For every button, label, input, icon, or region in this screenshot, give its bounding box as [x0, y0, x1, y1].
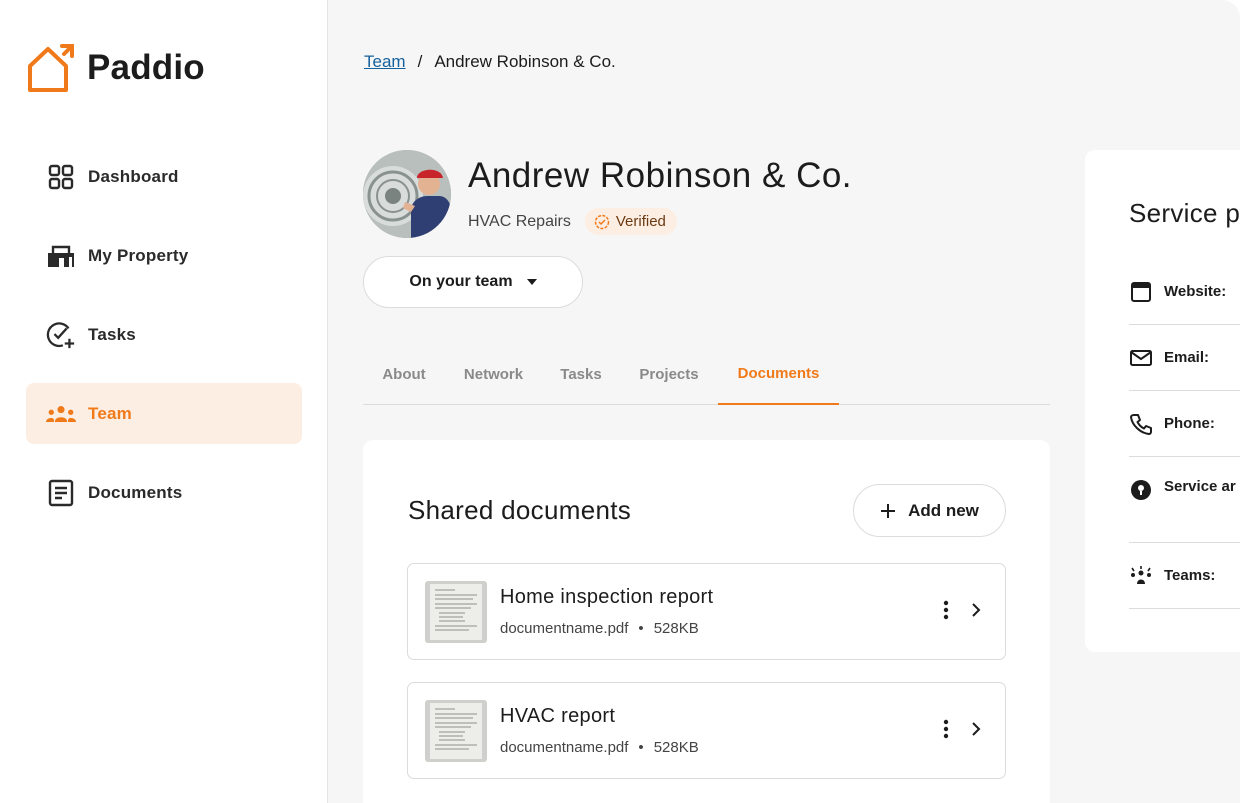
service-label: Teams: [1164, 567, 1216, 584]
meta-separator-dot: • [638, 739, 644, 756]
house-logo-icon [28, 44, 74, 92]
tab-network[interactable]: Network [445, 344, 542, 405]
page-title: Andrew Robinson & Co. [468, 156, 853, 195]
document-thumbnail [425, 699, 487, 762]
service-row-phone: Phone: [1129, 391, 1240, 457]
task-check-icon [46, 320, 76, 350]
sidebar-nav: Dashboard My Property Tasks Team Documen… [26, 146, 302, 541]
sidebar-item-label: Tasks [88, 324, 136, 344]
service-label: Website: [1164, 283, 1227, 300]
document-icon [46, 478, 76, 508]
document-filename: documentname.pdf [500, 739, 629, 756]
sidebar-item-label: Dashboard [88, 166, 179, 186]
document-row[interactable]: HVAC report documentname.pdf • 528KB [407, 682, 1006, 779]
phone-icon [1129, 412, 1153, 436]
document-actions [943, 719, 981, 739]
service-label: Email: [1164, 349, 1210, 366]
add-new-button[interactable]: Add new [853, 484, 1006, 537]
browser-window-icon [1129, 280, 1153, 304]
verified-label: Verified [615, 213, 666, 230]
house-icon [46, 241, 76, 271]
tab-documents[interactable]: Documents [718, 344, 839, 405]
profile-header: Andrew Robinson & Co. HVAC Repairs Verif… [363, 150, 852, 238]
profile-info: Andrew Robinson & Co. HVAC Repairs Verif… [468, 150, 852, 235]
service-row-teams: Teams: [1129, 543, 1240, 609]
document-meta: documentname.pdf • 528KB [500, 739, 699, 756]
service-row-website: Website: [1129, 259, 1240, 325]
chevron-right-icon[interactable] [971, 602, 981, 618]
document-title: HVAC report [500, 705, 616, 727]
breadcrumb-separator: / [417, 52, 423, 71]
document-size: 528KB [653, 620, 699, 637]
grid-icon [46, 162, 76, 192]
verified-icon [594, 214, 610, 229]
more-vertical-icon[interactable] [943, 719, 949, 739]
sidebar-item-dashboard[interactable]: Dashboard [26, 146, 302, 207]
breadcrumb-link-team[interactable]: Team [364, 52, 406, 72]
location-pin-icon [1129, 478, 1153, 502]
document-text: HVAC report documentname.pdf • 528KB [500, 705, 699, 756]
avatar [363, 150, 451, 238]
section-title: Shared documents [408, 495, 632, 525]
document-actions [943, 600, 981, 620]
tab-projects[interactable]: Projects [620, 344, 718, 405]
service-row-email: Email: [1129, 325, 1240, 391]
sidebar-item-my-property[interactable]: My Property [26, 225, 302, 286]
document-size: 528KB [653, 739, 699, 756]
document-title: Home inspection report [500, 586, 714, 608]
profile-category: HVAC Repairs [468, 212, 571, 230]
document-thumbnail [425, 580, 487, 643]
profile-subline: HVAC Repairs Verified [468, 208, 852, 235]
caret-down-icon [526, 279, 537, 285]
service-provider-card: Service p Website: Email: Phone: Service… [1085, 150, 1240, 652]
team-icon [46, 399, 76, 429]
chevron-right-icon[interactable] [971, 721, 981, 737]
section-title: Service p [1129, 198, 1240, 228]
add-new-label: Add new [908, 500, 979, 520]
profile-tabs: About Network Tasks Projects Documents [363, 344, 1050, 405]
service-row-area: Service ar [1129, 457, 1240, 543]
app-name: Paddio [87, 48, 205, 87]
service-label: Phone: [1164, 415, 1215, 432]
sidebar-item-documents[interactable]: Documents [26, 462, 302, 523]
sidebar-item-label: My Property [88, 245, 189, 265]
sidebar-item-team[interactable]: Team [26, 383, 302, 444]
sidebar-item-label: Team [88, 403, 132, 423]
sidebar-item-label: Documents [88, 482, 183, 502]
sidebar-item-tasks[interactable]: Tasks [26, 304, 302, 365]
document-preview-icon [430, 702, 482, 759]
more-vertical-icon[interactable] [943, 600, 949, 620]
document-row[interactable]: Home inspection report documentname.pdf … [407, 563, 1006, 660]
document-text: Home inspection report documentname.pdf … [500, 586, 713, 637]
shared-documents-card: Shared documents Add new Home inspection… [363, 440, 1050, 803]
document-meta: documentname.pdf • 528KB [500, 620, 713, 637]
tab-about[interactable]: About [363, 344, 445, 405]
tab-tasks[interactable]: Tasks [542, 344, 620, 405]
sidebar: Paddio Dashboard My Property Tasks Team [0, 0, 328, 803]
technician-photo [363, 150, 451, 238]
team-status-value: On your team [409, 273, 513, 290]
teams-icon [1129, 564, 1153, 588]
breadcrumb-current: Andrew Robinson & Co. [434, 52, 616, 71]
main-content: Team / Andrew Robinson & Co. Andrew Robi… [328, 0, 1240, 803]
service-label: Service ar [1164, 478, 1236, 495]
status-badge: Verified [584, 208, 677, 235]
mail-icon [1129, 346, 1153, 370]
team-status-dropdown[interactable]: On your team [363, 256, 583, 308]
meta-separator-dot: • [638, 620, 644, 637]
breadcrumb: Team / Andrew Robinson & Co. [364, 52, 616, 72]
app-logo[interactable]: Paddio [26, 42, 205, 94]
document-filename: documentname.pdf [500, 620, 629, 637]
plus-icon [881, 503, 896, 518]
document-preview-icon [430, 583, 482, 640]
